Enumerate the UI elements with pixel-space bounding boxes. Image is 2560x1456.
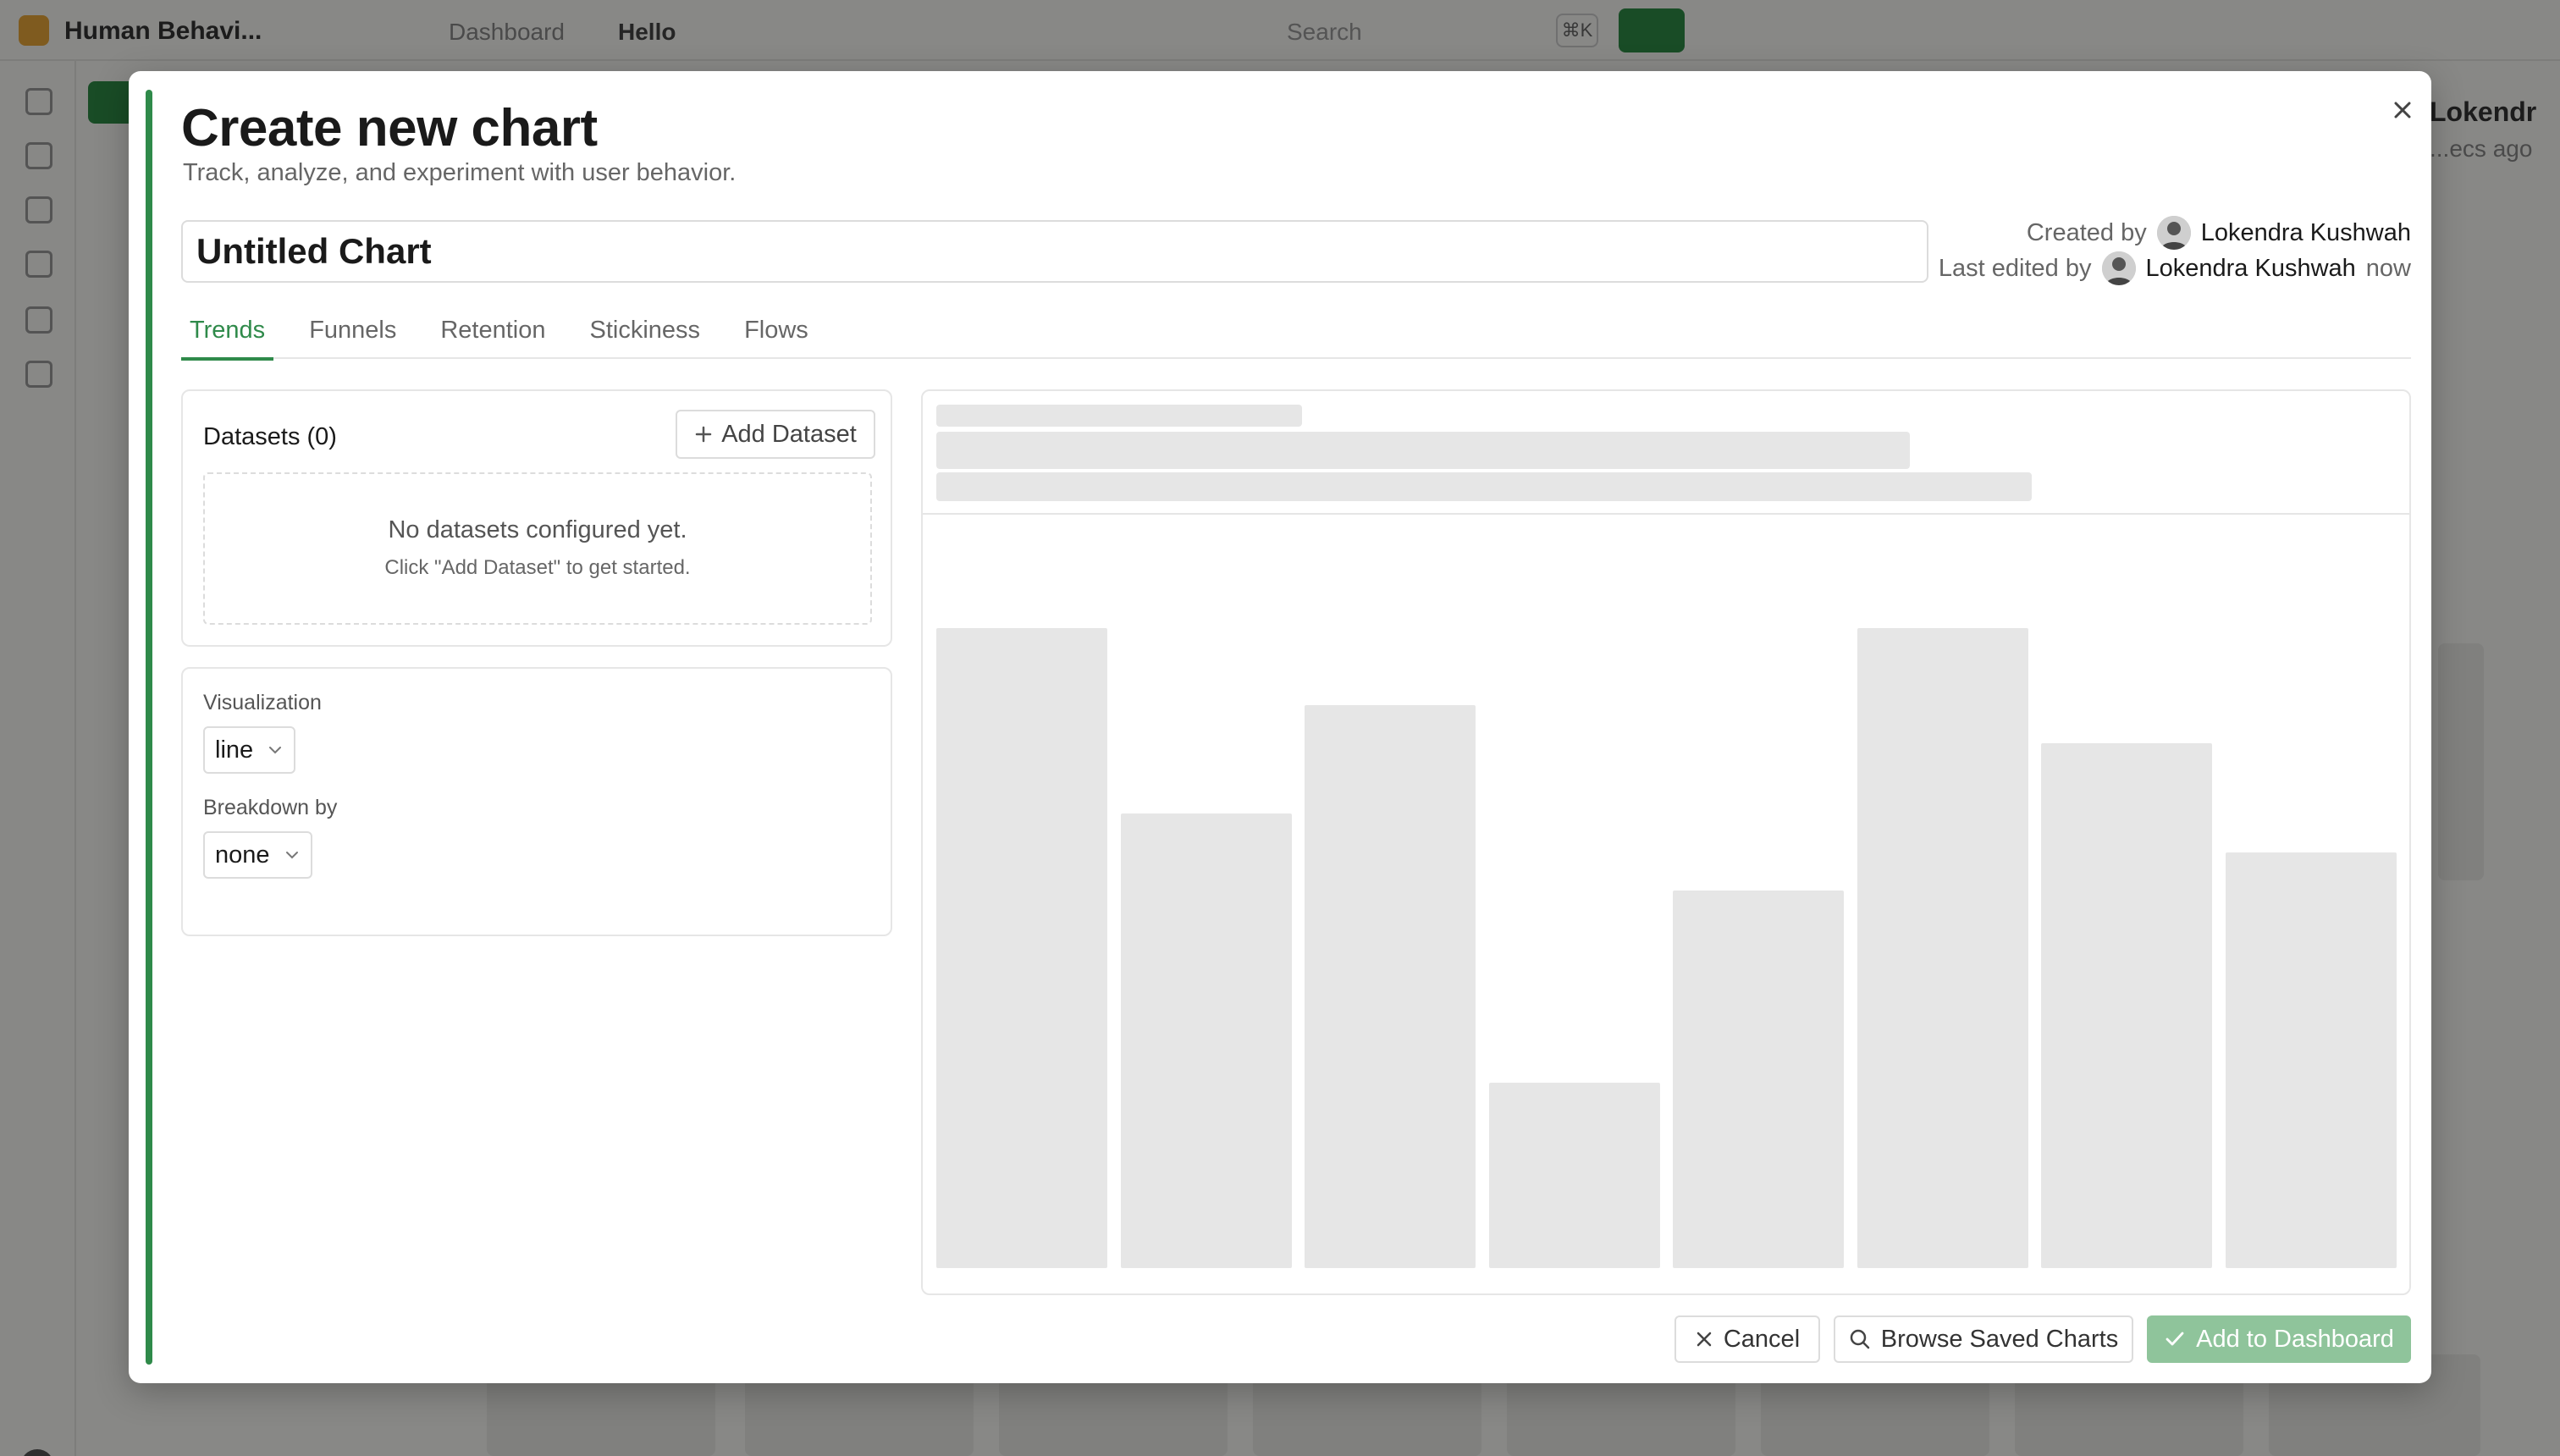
- skeleton-bar: [1121, 813, 1292, 1268]
- skeleton-bar: [1489, 1083, 1660, 1268]
- empty-state-hint: Click "Add Dataset" to get started.: [384, 556, 691, 579]
- plus-icon: [695, 426, 712, 443]
- chart-meta: Created by Lokendra Kushwah Last edited …: [1939, 215, 2411, 286]
- add-to-dashboard-label: Add to Dashboard: [2196, 1325, 2394, 1353]
- skeleton-title: [936, 405, 1302, 427]
- breakdown-label: Breakdown by: [203, 796, 338, 819]
- edited-by-user: Lokendra Kushwah: [2145, 255, 2356, 282]
- user-avatar: [2101, 251, 2136, 285]
- tab-flows[interactable]: Flows: [736, 310, 817, 359]
- check-icon: [2166, 1332, 2184, 1346]
- skeleton-bar: [936, 628, 1107, 1268]
- close-icon: [2394, 102, 2411, 119]
- add-to-dashboard-button[interactable]: Add to Dashboard: [2147, 1315, 2411, 1363]
- skeleton-bar: [2041, 743, 2212, 1268]
- created-by-user: Lokendra Kushwah: [2200, 219, 2411, 246]
- datasets-title: Datasets (0): [203, 423, 337, 450]
- skeleton-chart-area: [936, 515, 2397, 1282]
- modal-subtitle: Track, analyze, and experiment with user…: [183, 159, 737, 186]
- modal-accent-bar: [146, 90, 152, 1365]
- breakdown-select[interactable]: none: [203, 831, 312, 879]
- breakdown-value: none: [215, 841, 270, 869]
- edited-by-label: Last edited by: [1938, 255, 2092, 282]
- created-by-label: Created by: [2026, 219, 2147, 246]
- created-by-row: Created by Lokendra Kushwah: [1939, 215, 2411, 251]
- browse-saved-charts-button[interactable]: Browse Saved Charts: [1834, 1315, 2133, 1363]
- edited-by-row: Last edited by Lokendra Kushwah now: [1939, 251, 2411, 286]
- add-dataset-button[interactable]: Add Dataset: [676, 410, 875, 459]
- tab-trends[interactable]: Trends: [181, 310, 274, 361]
- datasets-panel: Datasets (0) Add Dataset No datasets con…: [181, 389, 892, 647]
- user-avatar-icon: [2101, 251, 2136, 285]
- tab-funnels[interactable]: Funnels: [301, 310, 405, 359]
- chevron-down-icon: [269, 747, 282, 754]
- skeleton-subtitle: [936, 432, 1910, 469]
- chart-preview-header: [923, 391, 2409, 515]
- cancel-button[interactable]: Cancel: [1674, 1315, 1820, 1363]
- tab-retention[interactable]: Retention: [432, 310, 554, 359]
- empty-state-title: No datasets configured yet.: [388, 516, 687, 543]
- skeleton-bar: [1673, 891, 1844, 1268]
- search-icon: [1850, 1329, 1870, 1349]
- modal-title: Create new chart: [181, 99, 598, 157]
- chevron-down-icon: [285, 852, 298, 859]
- skeleton-description: [936, 472, 2032, 501]
- browse-saved-charts-label: Browse Saved Charts: [1880, 1325, 2119, 1353]
- visualization-label: Visualization: [203, 691, 322, 714]
- visualization-value: line: [215, 736, 254, 764]
- skeleton-bar: [1305, 705, 1476, 1268]
- visualization-panel: Visualization line Breakdown by none: [181, 667, 892, 936]
- create-chart-modal: Create new chart Track, analyze, and exp…: [129, 71, 2431, 1383]
- edited-time: now: [2365, 255, 2411, 282]
- add-dataset-label: Add Dataset: [721, 420, 857, 448]
- skeleton-bar: [1857, 628, 2028, 1268]
- chart-type-tabs: Trends Funnels Retention Stickiness Flow…: [181, 310, 2411, 361]
- chart-preview-panel: [921, 389, 2411, 1295]
- datasets-empty-state: No datasets configured yet. Click "Add D…: [203, 472, 872, 625]
- chart-name-input[interactable]: [181, 220, 1928, 283]
- user-avatar-icon: [2156, 216, 2191, 250]
- user-avatar: [2156, 216, 2191, 250]
- skeleton-bar: [2226, 852, 2397, 1268]
- close-icon: [1697, 1332, 1712, 1347]
- close-button[interactable]: [2381, 88, 2425, 132]
- cancel-label: Cancel: [1723, 1325, 1801, 1353]
- tab-stickiness[interactable]: Stickiness: [582, 310, 709, 359]
- visualization-select[interactable]: line: [203, 726, 296, 774]
